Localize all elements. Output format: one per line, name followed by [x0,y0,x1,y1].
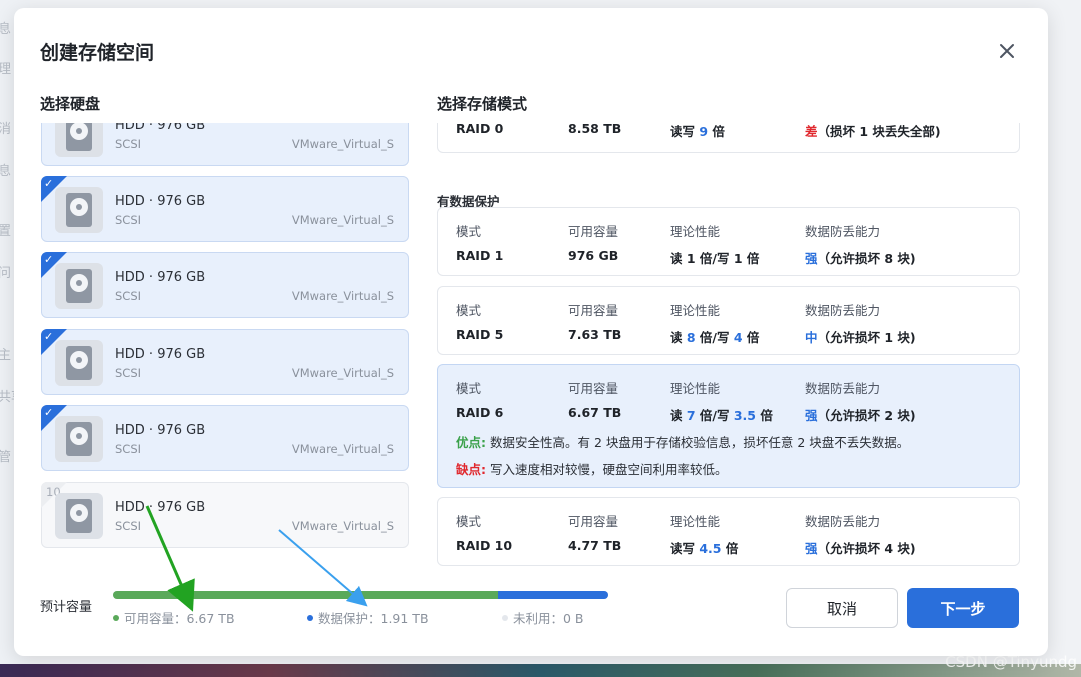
annotation-arrows [145,505,368,612]
blue-arrow [278,529,368,607]
green-arrow [145,505,195,612]
